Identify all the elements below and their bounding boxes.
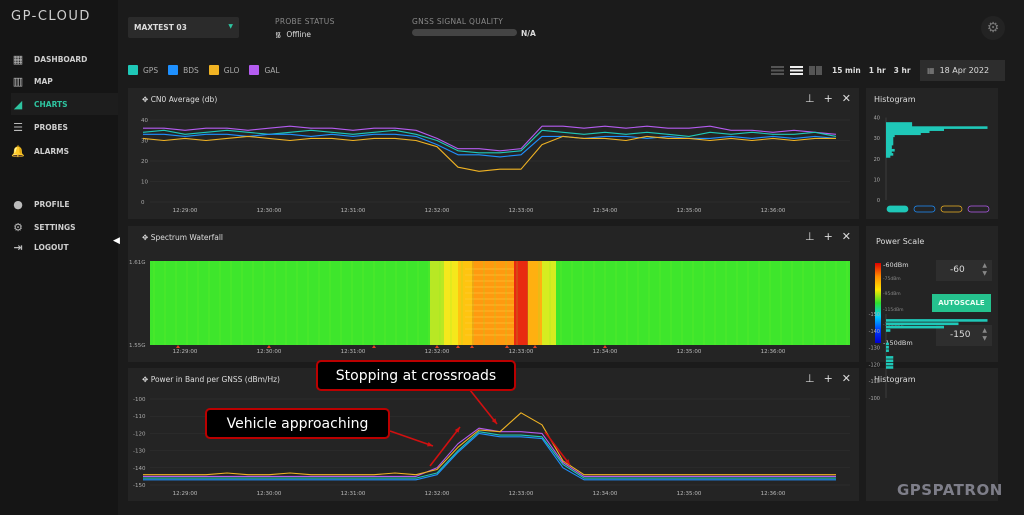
close-icon[interactable]: ✕ <box>842 230 851 243</box>
probe-status-value: Offline <box>286 30 311 39</box>
sidebar-item-charts[interactable]: ◢ CHARTS <box>11 93 118 115</box>
pin-icon[interactable]: ⊥ <box>805 92 815 105</box>
map-icon: ▥ <box>12 74 24 88</box>
waterfall-panel: ✥ Spectrum Waterfall ⊥ + ✕ <box>128 226 859 362</box>
drag-handle-icon[interactable]: ✥ <box>142 375 148 384</box>
scale-min-value: -150 <box>950 330 971 340</box>
scale-label: -95dBm <box>883 292 901 297</box>
sidebar-item-map[interactable]: ▥ MAP <box>11 70 118 92</box>
gear-icon: ⚙ <box>13 220 23 234</box>
list-view-icon[interactable] <box>771 66 784 75</box>
collapse-sidebar-button[interactable]: ◀ <box>113 236 125 250</box>
sidebar-item-label: LOGOUT <box>34 242 69 252</box>
scale-label: -135dBm <box>883 323 904 328</box>
cn0-histogram-title: Histogram <box>874 95 916 104</box>
add-icon[interactable]: + <box>824 372 833 385</box>
legend-label: BDS <box>183 66 199 75</box>
close-icon[interactable]: ✕ <box>842 92 851 105</box>
sidebar-item-label: SETTINGS <box>34 222 76 232</box>
legend-label: GAL <box>264 66 280 75</box>
probe-select-value: MAXTEST 03 <box>134 23 187 32</box>
gnss-quality-label: GNSS SIGNAL QUALITY <box>412 17 504 26</box>
close-icon[interactable]: ✕ <box>842 372 851 385</box>
wifi-off-icon: ᯾ <box>275 30 282 39</box>
legend-item-bds[interactable]: BDS <box>168 65 199 75</box>
hist-bar <box>886 362 894 366</box>
drag-handle-icon[interactable]: ✥ <box>142 233 148 242</box>
autoscale-button[interactable]: AUTOSCALE <box>932 294 991 312</box>
scale-label: -60dBm <box>883 261 909 269</box>
legend-swatch <box>249 65 260 75</box>
range-1-hr[interactable]: 1 hr <box>869 66 886 75</box>
sidebar-item-label: CHARTS <box>34 99 68 109</box>
cn0-title: CN0 Average (db) <box>150 95 218 104</box>
gnss-legend: GPS BDS GLO GAL <box>128 65 280 75</box>
legend-item-glo[interactable]: GLO <box>208 65 240 75</box>
probe-select[interactable]: MAXTEST 03 ▼ <box>128 17 239 38</box>
sidebar-item-label: PROFILE <box>34 199 70 209</box>
legend-swatch <box>208 65 219 75</box>
dropdown-caret-icon: ▼ <box>228 23 233 30</box>
power-scale-panel: Power Scale -60dBm -75dBm -95dBm -115dBm -13… <box>866 226 998 362</box>
power-color-scale <box>875 263 881 343</box>
gnss-quality-bar <box>412 29 517 36</box>
cn0-histogram-panel: Histogram <box>866 88 998 219</box>
legend-label: GLO <box>223 66 240 75</box>
scale-min-input[interactable]: -150 ▲ ▼ <box>936 325 992 346</box>
calendar-icon: ▦ <box>927 66 935 75</box>
annotation-vehicle: Vehicle approaching <box>205 408 390 439</box>
add-icon[interactable]: + <box>824 230 833 243</box>
gnss-quality-value: N/A <box>521 29 536 38</box>
pin-icon[interactable]: ⊥ <box>805 230 815 243</box>
scale-label: -150dBm <box>883 338 913 347</box>
watermark-logo: GPSPATRON <box>897 481 1003 499</box>
sidebar-item-profile[interactable]: ● PROFILE <box>11 193 118 215</box>
scale-max-input[interactable]: -60 ▲ ▼ <box>936 260 992 281</box>
add-icon[interactable]: + <box>824 92 833 105</box>
date-value: 18 Apr 2022 <box>939 66 990 75</box>
chart-icon: ◢ <box>13 97 23 111</box>
pin-icon[interactable]: ⊥ <box>805 372 815 385</box>
sidebar-item-label: DASHBOARD <box>34 54 88 64</box>
logout-icon: ⇥ <box>13 240 23 254</box>
list-icon: ☰ <box>13 120 23 134</box>
range-15-min[interactable]: 15 min <box>832 66 861 75</box>
probe-status-label: PROBE STATUS <box>275 17 335 26</box>
app-logo: GP-CLOUD <box>11 9 91 24</box>
legend-item-gal[interactable]: GAL <box>249 65 280 75</box>
grid-view-icon[interactable] <box>809 66 822 75</box>
legend-swatch <box>168 65 179 75</box>
legend-swatch <box>128 65 138 75</box>
sidebar-item-label: MAP <box>34 76 53 86</box>
sidebar-item-label: ALARMS <box>34 146 70 156</box>
legend-label: GPS <box>143 66 159 75</box>
sidebar: GP-CLOUD ▦ DASHBOARD ▥ MAP ◢ CHARTS ☰ PROBES 🔔 AL… <box>0 0 120 515</box>
rows-view-icon[interactable] <box>790 66 803 75</box>
sidebar-item-logout[interactable]: ⇥ LOGOUT <box>11 236 118 258</box>
waterfall-title: Spectrum Waterfall <box>150 233 223 242</box>
scale-label: -75dBm <box>883 276 901 282</box>
sidebar-item-dashboard[interactable]: ▦ DASHBOARD <box>11 48 118 70</box>
sidebar-item-label: PROBES <box>34 122 68 132</box>
scale-max-value: -60 <box>950 265 965 275</box>
sidebar-item-settings[interactable]: ⚙ SETTINGS <box>11 216 118 238</box>
range-3-hr[interactable]: 3 hr <box>894 66 911 75</box>
stepper-icon[interactable]: ▲ ▼ <box>982 262 987 278</box>
date-picker[interactable]: ▦ 18 Apr 2022 <box>920 60 1005 81</box>
power-scale-title: Power Scale <box>876 237 925 246</box>
user-icon: ● <box>13 197 23 211</box>
annotation-stopping: Stopping at crossroads <box>316 360 516 391</box>
cn0-panel: ✥ CN0 Average (db) ⊥ + ✕ <box>128 88 859 219</box>
pib-histogram-title: Histogram <box>874 375 916 384</box>
sidebar-item-alarms[interactable]: 🔔 ALARMS <box>11 140 118 162</box>
drag-handle-icon[interactable]: ✥ <box>142 95 148 104</box>
scale-label: -115dBm <box>883 307 904 313</box>
bell-icon: 🔔 <box>11 144 25 158</box>
grid-icon: ▦ <box>12 52 24 66</box>
legend-item-gps[interactable]: GPS <box>128 65 158 75</box>
sidebar-item-probes[interactable]: ☰ PROBES <box>11 116 118 138</box>
stepper-icon[interactable]: ▲ ▼ <box>982 327 987 343</box>
pib-title: Power in Band per GNSS (dBm/Hz) <box>150 375 280 384</box>
settings-gear-button[interactable]: ⚙ <box>981 16 1005 40</box>
